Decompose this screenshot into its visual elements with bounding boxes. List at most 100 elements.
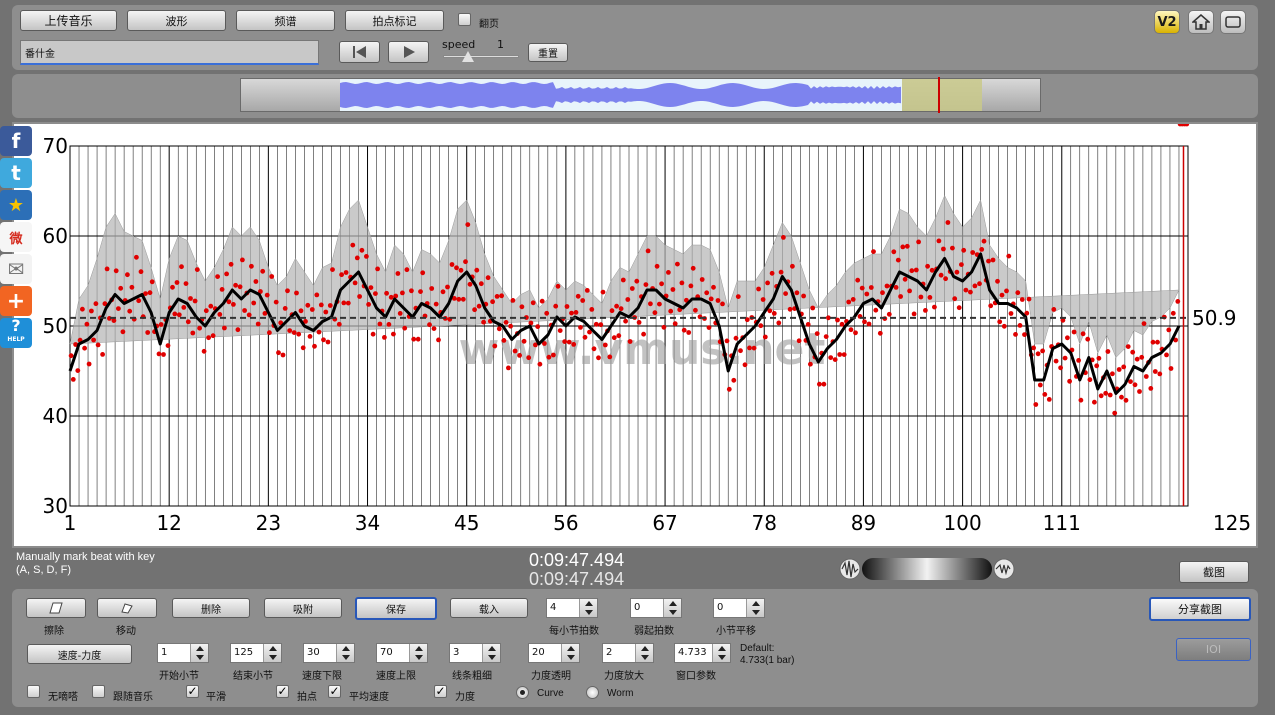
smooth-label: 平滑 <box>206 692 226 703</box>
pickup-stepper[interactable] <box>663 599 681 617</box>
beat-point <box>521 338 527 344</box>
end-bar-stepper[interactable] <box>263 644 281 662</box>
beats-per-bar-stepper[interactable] <box>579 599 597 617</box>
tempo-min-stepper[interactable] <box>336 644 354 662</box>
bar-shift-input[interactable]: 0 <box>713 598 765 618</box>
eraser-button[interactable] <box>26 598 86 618</box>
dyn-scale-input[interactable]: 2 <box>602 643 654 663</box>
beat-points-checkbox[interactable]: ✓ <box>276 685 289 698</box>
tempo-dynamics-button[interactable]: 速度-力度 <box>27 644 132 664</box>
facebook-icon[interactable]: f <box>0 126 32 156</box>
beat-point <box>618 306 624 312</box>
avg-tempo-checkbox[interactable]: ✓ <box>328 685 341 698</box>
beat-point <box>569 310 574 316</box>
beat-point <box>129 284 135 290</box>
beat-point <box>364 254 369 259</box>
window-param-input[interactable]: 4.733 <box>674 643 731 663</box>
speed-slider-thumb[interactable] <box>462 51 474 62</box>
beat-point <box>758 323 764 329</box>
page-turn-checkbox[interactable] <box>458 13 471 26</box>
beat-point <box>294 290 299 296</box>
load-button[interactable]: 载入 <box>450 598 528 618</box>
worm-radio[interactable] <box>586 686 599 699</box>
twitter-icon[interactable]: t <box>0 158 32 188</box>
beat-point <box>183 281 189 286</box>
dynamics-checkbox[interactable]: ✓ <box>434 685 447 698</box>
curve-radio[interactable] <box>516 686 529 699</box>
speed-slider-track[interactable] <box>443 55 519 58</box>
help-icon[interactable]: ? HELP <box>0 318 32 348</box>
line-width-input[interactable]: 3 <box>449 643 501 663</box>
beat-point <box>201 348 207 354</box>
fullscreen-icon[interactable] <box>1220 10 1246 34</box>
follow-music-checkbox[interactable] <box>92 685 105 698</box>
tempo-max-stepper[interactable] <box>409 644 427 662</box>
screenshot-button[interactable]: 截图 <box>1179 561 1249 583</box>
tempo-chart[interactable]: www.vmus.net50.930405060701 12 23 34 45 56 67 7… <box>14 124 1256 546</box>
no-beat-checkbox[interactable] <box>27 685 40 698</box>
waveform-button[interactable]: 波形 <box>127 10 226 31</box>
beat-point <box>654 263 660 269</box>
mail-icon[interactable]: ✉ <box>0 254 32 284</box>
tempo-min-label: 速度下限 <box>302 671 342 682</box>
weibo-icon[interactable]: 微 <box>0 222 32 252</box>
tempo-max-input[interactable]: 70 <box>376 643 428 663</box>
share-screenshot-button[interactable]: 分享截图 <box>1149 597 1251 621</box>
end-bar-input[interactable]: 125 <box>230 643 282 663</box>
beat-point <box>321 337 326 343</box>
beat-point <box>715 298 721 303</box>
beat-point <box>508 323 513 329</box>
upload-music-button[interactable]: 上传音乐 <box>20 10 117 31</box>
v2-icon[interactable]: V2 <box>1154 10 1180 34</box>
beat-point <box>343 270 349 275</box>
beat-point <box>1130 349 1136 355</box>
beat-point <box>330 267 335 272</box>
start-bar-stepper[interactable] <box>190 644 208 662</box>
ioi-button[interactable]: IOI <box>1176 638 1251 661</box>
tempo-min-input[interactable]: 30 <box>303 643 355 663</box>
beat-point <box>941 246 946 252</box>
reset-speed-button[interactable]: 重置 <box>528 43 568 62</box>
dyn-scale-stepper[interactable] <box>635 644 653 662</box>
beat-point <box>474 267 480 273</box>
song-name-field[interactable]: 番什金 <box>20 40 319 65</box>
beat-point <box>1175 299 1181 304</box>
beat-point <box>546 354 552 360</box>
beat-point <box>693 307 698 313</box>
bar-shift-value: 0 <box>717 602 724 613</box>
snap-button[interactable]: 吸附 <box>264 598 342 618</box>
beat-point <box>506 365 511 371</box>
window-param-stepper[interactable] <box>712 644 730 662</box>
beat-point <box>1015 290 1021 296</box>
beat-point <box>573 310 579 315</box>
beat-point <box>884 283 890 289</box>
spectrum-button[interactable]: 频谱 <box>236 10 335 31</box>
help-glyph: ? <box>11 316 21 335</box>
play-button[interactable] <box>388 41 429 63</box>
delete-button[interactable]: 删除 <box>172 598 250 618</box>
dyn-alpha-input[interactable]: 20 <box>528 643 580 663</box>
beat-point <box>415 336 421 342</box>
line-width-stepper[interactable] <box>482 644 500 662</box>
pickup-input[interactable]: 0 <box>630 598 682 618</box>
playhead-marker[interactable] <box>938 77 940 113</box>
beat-point <box>454 265 459 271</box>
beat-point <box>436 337 441 343</box>
beats-per-bar-input[interactable]: 4 <box>546 598 598 618</box>
plus-icon[interactable]: + <box>0 286 32 316</box>
move-button[interactable] <box>97 598 157 618</box>
beat-point <box>1037 382 1043 388</box>
volume-control[interactable] <box>838 555 1016 583</box>
beat-mark-button[interactable]: 拍点标记 <box>345 10 444 31</box>
dyn-alpha-stepper[interactable] <box>561 644 579 662</box>
beat-point <box>796 338 802 344</box>
bar-shift-stepper[interactable] <box>746 599 764 617</box>
rewind-button[interactable] <box>339 41 380 63</box>
beat-point <box>724 338 730 344</box>
favorite-icon[interactable]: ★ <box>0 190 32 220</box>
beat-point <box>735 294 741 299</box>
save-button[interactable]: 保存 <box>355 597 437 620</box>
home-icon[interactable] <box>1188 10 1214 34</box>
smooth-checkbox[interactable]: ✓ <box>186 685 199 698</box>
start-bar-input[interactable]: 1 <box>157 643 209 663</box>
